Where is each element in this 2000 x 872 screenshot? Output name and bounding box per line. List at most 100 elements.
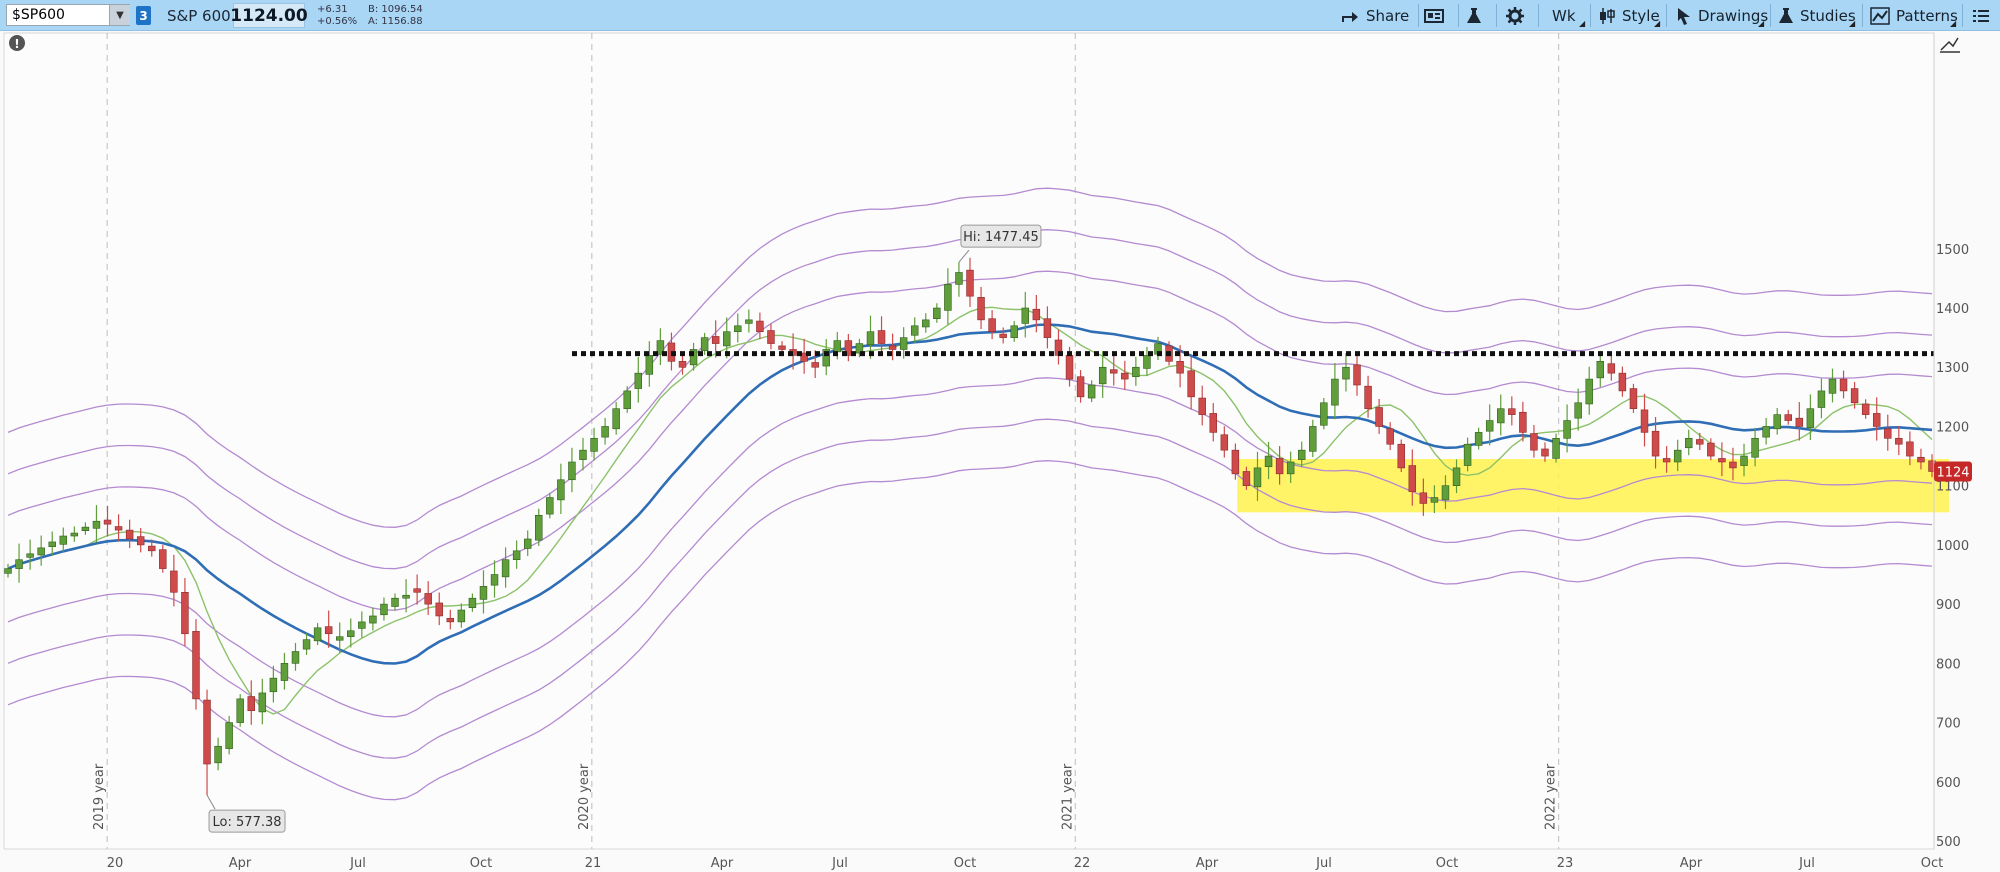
candle (1541, 448, 1549, 457)
y-tick-label: 1500 (1936, 243, 1969, 258)
candle (291, 651, 300, 664)
candle (468, 597, 477, 608)
candle (1585, 378, 1593, 405)
candle (1297, 449, 1306, 460)
candle (557, 479, 565, 501)
patterns-button[interactable]: Patterns (1870, 0, 1958, 31)
price-chart[interactable]: 2019 year 2020 year 2021 year 2022 year 500… (0, 31, 2000, 872)
y-tick-label: 700 (1936, 717, 1961, 732)
drawing-tool-icon[interactable] (1938, 33, 1960, 53)
candle (1342, 366, 1350, 380)
caret-icon: ◢ (1849, 19, 1856, 28)
share-button[interactable]: Share (1340, 0, 1409, 31)
candle (4, 568, 12, 574)
candle (988, 318, 996, 333)
candle (922, 319, 930, 328)
candle (756, 320, 764, 333)
candle (1917, 456, 1925, 463)
candle (1187, 370, 1195, 398)
x-tick-label: Apr (711, 856, 734, 871)
candle (999, 333, 1007, 338)
candle (1032, 308, 1041, 321)
candle (1264, 455, 1273, 468)
x-tick-label: Oct (1921, 856, 1943, 871)
candle (1364, 385, 1372, 409)
candle (634, 372, 643, 389)
candle (1497, 408, 1505, 424)
candle (1010, 325, 1018, 338)
x-tick-label: Jul (349, 856, 366, 871)
candle (1607, 363, 1616, 374)
menu-button[interactable] (1972, 0, 1990, 31)
candle (380, 603, 388, 616)
candle (358, 621, 366, 629)
y-tick-label: 800 (1936, 657, 1961, 672)
candle (1231, 449, 1240, 475)
candle (1076, 376, 1085, 398)
gear-icon (1506, 6, 1524, 25)
toolbar-separator (1590, 4, 1591, 27)
candle (1463, 443, 1472, 466)
drawings-button[interactable]: Drawings (1676, 0, 1768, 31)
candle (1253, 467, 1262, 488)
candle (568, 461, 576, 481)
flask-button[interactable] (1466, 0, 1482, 31)
candle (1718, 458, 1726, 463)
candle (81, 526, 90, 531)
candle (734, 325, 742, 333)
candle (833, 340, 842, 353)
timeframe-button[interactable]: Wk (1552, 0, 1576, 31)
candle (1795, 417, 1804, 427)
timeframe-label: Wk (1552, 6, 1576, 25)
price-change: +6.31 +0.56% (317, 4, 357, 28)
candle (1530, 433, 1538, 451)
candle (1519, 411, 1527, 433)
candle (302, 639, 311, 650)
candle (457, 609, 466, 623)
settings-button[interactable] (1506, 0, 1524, 31)
low-label: Lo: 577.38 (213, 815, 282, 830)
candle (1872, 413, 1881, 427)
candle (1673, 449, 1682, 463)
y-tick-label: 1100 (1936, 480, 1969, 495)
candle (181, 591, 189, 635)
candle (1121, 372, 1129, 380)
candle (1839, 378, 1848, 392)
candle (1563, 420, 1571, 439)
candle (590, 438, 598, 452)
candle (70, 532, 79, 537)
candle (1552, 438, 1560, 459)
x-tick-label: Jul (1315, 856, 1332, 871)
candle (1331, 378, 1339, 406)
bid-ask: B: 1096.54 A: 1156.88 (368, 4, 423, 28)
bid-value: B: 1096.54 (368, 4, 423, 15)
candle (711, 336, 720, 344)
patterns-icon (1870, 6, 1890, 25)
candle (1508, 408, 1516, 415)
news-button[interactable] (1424, 0, 1444, 31)
alert-icon[interactable]: ! (9, 35, 25, 51)
studies-button[interactable]: Studies (1778, 0, 1856, 31)
candle (391, 597, 399, 607)
candle (1021, 307, 1030, 324)
candle (479, 586, 488, 600)
x-tick-label: Apr (1680, 856, 1703, 871)
link-group-badge[interactable]: 3 (136, 6, 151, 25)
style-button[interactable]: Style (1598, 0, 1660, 31)
candle (258, 692, 267, 713)
candle (623, 390, 631, 409)
candle (579, 449, 587, 460)
candle (1098, 366, 1107, 385)
candle (225, 722, 233, 749)
support-zone (1237, 459, 1949, 513)
toolbar-separator (1862, 4, 1863, 27)
candle (48, 541, 56, 547)
candle (1430, 497, 1439, 503)
change-value: +6.31 (317, 4, 348, 15)
symbol-dropdown-button[interactable]: ▼ (109, 5, 130, 25)
candle (402, 594, 410, 599)
candle (1895, 438, 1903, 445)
candle (612, 408, 620, 430)
candle (723, 331, 731, 347)
studies-label: Studies (1800, 6, 1856, 25)
